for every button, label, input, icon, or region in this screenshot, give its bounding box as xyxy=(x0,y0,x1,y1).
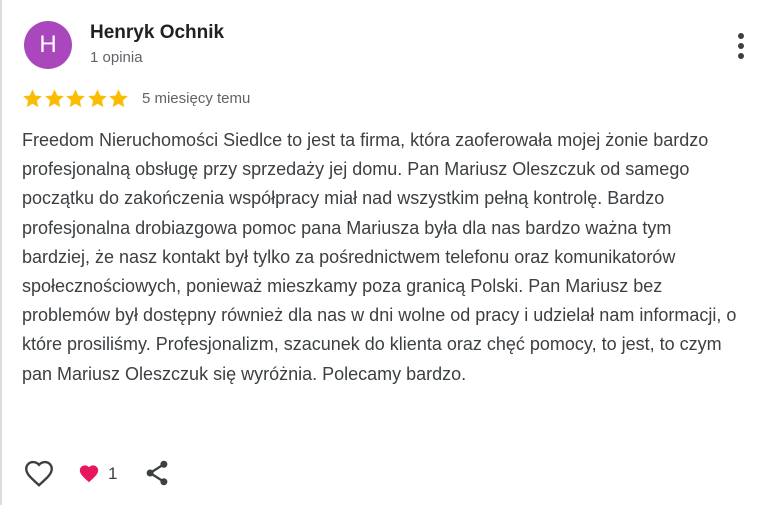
heart-outline-icon xyxy=(25,460,53,487)
reaction-count: 1 xyxy=(108,464,118,483)
reaction-summary[interactable]: 1 xyxy=(78,463,117,485)
star-rating xyxy=(22,88,130,109)
star-icon xyxy=(44,88,64,107)
avatar[interactable]: H xyxy=(24,21,72,69)
star-icon xyxy=(109,88,129,107)
heart-filled-icon xyxy=(79,465,99,483)
review-text: Freedom Nieruchomości Siedlce to jest ta… xyxy=(22,130,737,384)
rating-row: 5 miesięcy temu xyxy=(22,87,250,109)
star-icon xyxy=(66,88,85,107)
more-vertical-icon xyxy=(738,33,744,39)
share-button[interactable] xyxy=(142,458,172,488)
like-button[interactable] xyxy=(22,456,56,490)
share-icon xyxy=(146,460,168,486)
more-vertical-icon-dot xyxy=(738,43,744,49)
star-icon xyxy=(88,88,107,107)
more-options-button[interactable] xyxy=(728,30,754,62)
star-icon xyxy=(23,88,42,107)
more-vertical-icon-dot xyxy=(738,53,744,59)
author-review-count: 1 opinia xyxy=(90,49,143,66)
avatar-initial: H xyxy=(39,31,57,58)
left-border xyxy=(0,0,2,505)
review-date: 5 miesięcy temu xyxy=(141,89,251,107)
author-name[interactable]: Henryk Ochnik xyxy=(90,22,224,44)
